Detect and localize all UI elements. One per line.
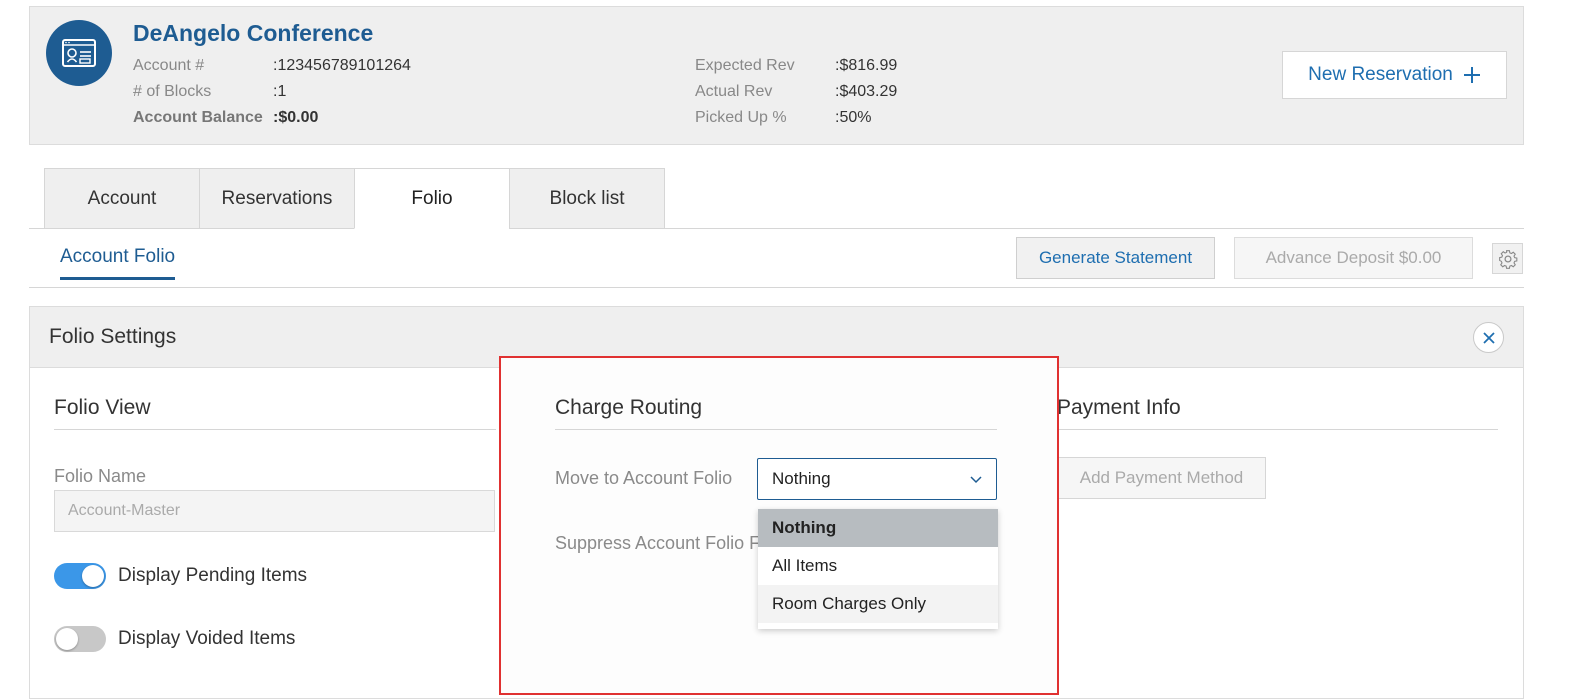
info-label: # of Blocks	[133, 83, 212, 100]
folio-settings-button[interactable]	[1492, 243, 1523, 274]
info-value: :$0.00	[273, 109, 319, 126]
info-label: Actual Rev	[695, 83, 773, 100]
info-label: Expected Rev	[695, 57, 795, 74]
folio-name-label: Folio Name	[54, 466, 147, 486]
folio-name-input[interactable]: Account-Master	[54, 490, 495, 532]
display-voided-toggle[interactable]	[54, 626, 106, 652]
close-settings-button[interactable]	[1473, 322, 1504, 353]
dropdown-option-all-items[interactable]: All Items	[758, 547, 998, 585]
folio-settings-title: Folio Settings	[49, 325, 177, 348]
suppress-account-folio-label: Suppress Account Folio F	[555, 533, 761, 553]
display-pending-toggle[interactable]	[54, 563, 106, 589]
tab-reservations[interactable]: Reservations	[199, 168, 355, 229]
tab-block-list[interactable]: Block list	[509, 168, 665, 229]
dropdown-option-room-charges-only[interactable]: Room Charges Only	[758, 585, 998, 623]
info-label: Account #	[133, 57, 205, 74]
info-label: Picked Up %	[695, 109, 787, 126]
tab-account[interactable]: Account	[44, 168, 200, 229]
main-tabs: Account Reservations Folio Block list	[44, 168, 665, 229]
info-value: :$816.99	[835, 57, 898, 74]
account-title: DeAngelo Conference	[133, 20, 374, 46]
payment-info-title: Payment Info	[1057, 396, 1181, 419]
info-value: :123456789101264	[273, 57, 411, 74]
account-info-right: Expected Rev :$816.99 Actual Rev :$403.2…	[695, 53, 897, 131]
move-to-account-folio-label: Move to Account Folio	[555, 468, 733, 488]
dropdown-option-nothing[interactable]: Nothing	[758, 509, 998, 547]
subtab-divider	[29, 287, 1524, 288]
plus-icon	[1463, 67, 1480, 83]
info-label: Account Balance	[133, 109, 263, 126]
folio-view-divider	[54, 429, 496, 430]
account-avatar	[46, 20, 112, 86]
account-info-left: Account # :123456789101264 # of Blocks :…	[133, 53, 411, 131]
tab-folio[interactable]: Folio	[354, 168, 510, 229]
move-to-account-folio-select[interactable]: Nothing	[757, 458, 997, 500]
info-row-actual-rev: Actual Rev :$403.29	[695, 79, 897, 105]
toggle-knob	[82, 565, 104, 587]
charge-routing-dropdown: Nothing All Items Room Charges Only	[758, 509, 998, 629]
info-row-blocks: # of Blocks :1	[133, 79, 411, 105]
toggle-knob	[56, 628, 78, 650]
subtab-account-folio[interactable]: Account Folio	[60, 246, 176, 280]
account-header: DeAngelo Conference Account # :123456789…	[29, 6, 1524, 145]
info-row-account-number: Account # :123456789101264	[133, 53, 411, 79]
chevron-down-icon	[970, 476, 982, 484]
generate-statement-button[interactable]: Generate Statement	[1016, 237, 1215, 279]
charge-routing-divider	[555, 429, 997, 430]
display-voided-label: Display Voided Items	[118, 628, 296, 649]
charge-routing-title: Charge Routing	[555, 396, 703, 419]
payment-info-divider	[1057, 429, 1498, 430]
info-row-picked-up: Picked Up % :50%	[695, 105, 897, 131]
account-card-icon	[62, 39, 96, 67]
advance-deposit-button[interactable]: Advance Deposit $0.00	[1234, 237, 1473, 279]
close-icon	[1482, 331, 1495, 344]
gear-icon	[1498, 249, 1517, 269]
info-row-balance: Account Balance :$0.00	[133, 105, 411, 131]
display-pending-label: Display Pending Items	[118, 565, 308, 586]
info-value: :1	[273, 83, 287, 100]
select-value: Nothing	[772, 469, 831, 488]
new-reservation-button[interactable]: New Reservation	[1282, 51, 1507, 99]
info-row-expected-rev: Expected Rev :$816.99	[695, 53, 897, 79]
add-payment-method-button[interactable]: Add Payment Method	[1057, 457, 1266, 499]
folio-view-title: Folio View	[54, 396, 151, 419]
info-value: :50%	[835, 109, 872, 126]
new-reservation-label: New Reservation	[1308, 64, 1453, 85]
info-value: :$403.29	[835, 83, 898, 100]
